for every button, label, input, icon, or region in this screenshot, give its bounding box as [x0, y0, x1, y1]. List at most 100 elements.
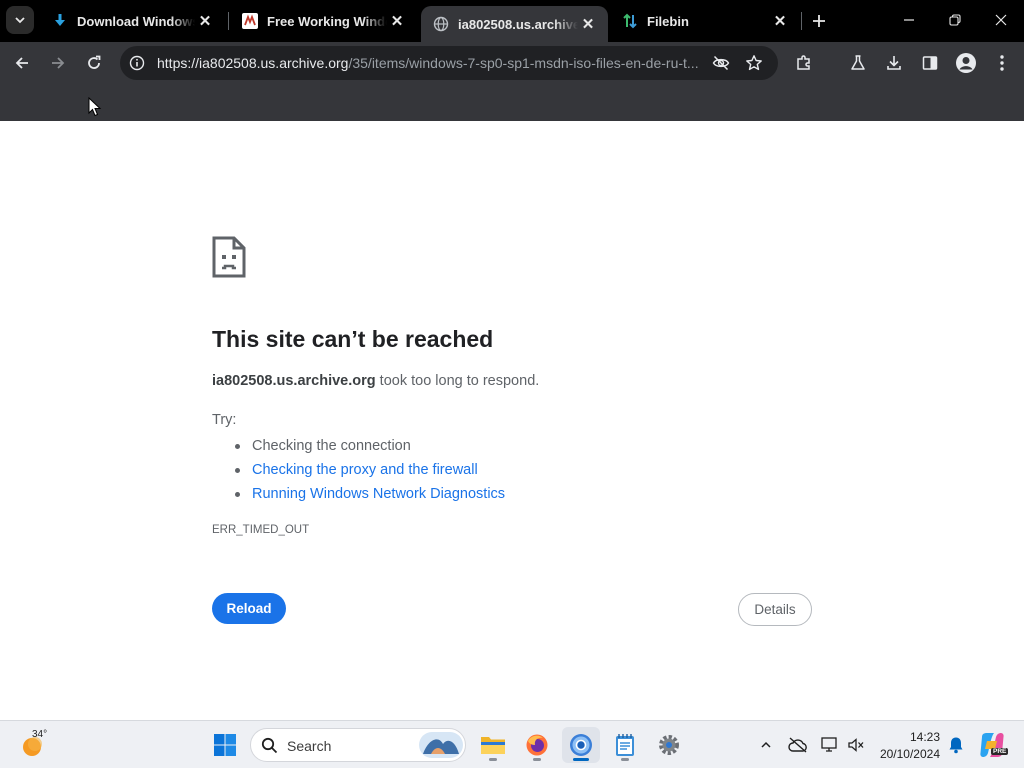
notepad-button[interactable] [606, 727, 644, 763]
search-highlight-icon [419, 732, 463, 758]
download-site-icon [52, 13, 68, 29]
side-panel-button[interactable] [914, 47, 946, 79]
tab-separator [801, 12, 802, 30]
error-summary: ia802508.us.archive.org took too long to… [212, 373, 539, 389]
chevron-down-icon [15, 17, 25, 24]
forward-button[interactable] [42, 47, 74, 79]
puzzle-icon [797, 55, 810, 70]
error-summary-text: took too long to respond. [375, 373, 540, 389]
error-heading: This site can’t be reached [212, 326, 494, 352]
flask-icon [851, 55, 865, 70]
minimize-icon [904, 19, 914, 21]
notepad-icon [616, 734, 634, 756]
tab-search-button[interactable] [6, 6, 34, 34]
error-host: ia802508.us.archive.org [212, 373, 376, 389]
restore-button[interactable] [932, 0, 978, 40]
download-icon [887, 56, 901, 70]
suggestion-list: Checking the connection Checking the pro… [232, 434, 505, 506]
back-button[interactable] [6, 47, 38, 79]
error-page: This site can’t be reached ia802508.us.a… [0, 121, 1024, 720]
tab-title: ia802508.us.archive.org [458, 16, 578, 32]
tab-title: Download Windows 8 [77, 13, 195, 29]
taskbar-search[interactable]: Search [250, 728, 466, 762]
downloads-button[interactable] [878, 47, 910, 79]
close-tab-icon[interactable]: ✕ [387, 11, 407, 31]
refresh-icon [88, 55, 101, 69]
close-icon [995, 14, 1007, 26]
site-info-icon[interactable] [129, 55, 145, 76]
suggestion-network-diagnostics-link[interactable]: Running Windows Network Diagnostics [232, 482, 505, 506]
globe-icon [433, 16, 449, 32]
volume-tray-button[interactable] [844, 733, 868, 757]
close-tab-icon[interactable]: ✕ [578, 14, 598, 34]
clock-time: 14:23 [909, 730, 940, 744]
plus-icon [813, 15, 825, 27]
tab-download-windows[interactable]: Download Windows 8 ✕ [40, 0, 225, 42]
sad-page-icon [212, 236, 246, 283]
clock[interactable]: 14:23 20/10/2024 [872, 727, 942, 763]
suggestion-text: Checking the connection [252, 438, 411, 454]
show-hidden-icons-button[interactable] [754, 733, 778, 757]
search-placeholder: Search [287, 738, 332, 754]
suggestion-check-proxy-link[interactable]: Checking the proxy and the firewall [232, 458, 505, 482]
preview-badge: PRE [991, 748, 1009, 755]
file-explorer-button[interactable] [474, 727, 512, 763]
minimize-button[interactable] [886, 0, 932, 40]
details-button[interactable]: Details [738, 593, 812, 626]
suggestion-check-connection: Checking the connection [232, 434, 505, 458]
network-tray-button[interactable] [818, 733, 842, 757]
cloud-off-icon [788, 737, 807, 753]
profile-button[interactable] [950, 47, 982, 79]
clock-date: 20/10/2024 [879, 747, 940, 761]
suggestion-text[interactable]: Checking the proxy and the firewall [252, 462, 478, 478]
menu-button[interactable] [986, 47, 1018, 79]
weather-widget[interactable]: 34° [16, 729, 56, 761]
folder-icon [481, 737, 505, 754]
notifications-button[interactable] [944, 733, 968, 757]
site-logo-icon [242, 13, 258, 29]
try-label: Try: [212, 412, 237, 428]
extensions-button[interactable] [788, 47, 820, 79]
chevron-up-icon [761, 741, 771, 748]
search-icon [261, 737, 278, 754]
weather-temp: 34° [32, 729, 48, 740]
copilot-button[interactable]: PRE [978, 731, 1009, 759]
avatar-icon [956, 53, 976, 73]
eye-off-icon[interactable] [712, 54, 730, 77]
tab-separator [228, 12, 229, 30]
more-vert-icon [1000, 55, 1004, 71]
url-path: /35/items/windows-7-sp0-sp1-msdn-iso-fil… [348, 55, 699, 71]
mouse-cursor-icon [88, 96, 102, 122]
tab-archive-org[interactable]: ia802508.us.archive.org ✕ [421, 6, 608, 42]
reload-page-button[interactable] [78, 47, 110, 79]
close-tab-icon[interactable]: ✕ [770, 11, 790, 31]
reload-button[interactable]: Reload [212, 593, 286, 624]
labs-button[interactable] [842, 47, 874, 79]
gear-icon [659, 735, 679, 755]
firefox-button[interactable] [518, 727, 556, 763]
suggestion-text[interactable]: Running Windows Network Diagnostics [252, 486, 505, 502]
browser-toolbar: https://ia802508.us.archive.org/35/items… [0, 42, 1024, 115]
tab-strip: Download Windows 8 ✕ Free Working Window… [0, 0, 1024, 42]
speaker-muted-icon [848, 738, 864, 752]
arrow-left-icon [15, 57, 28, 69]
start-button[interactable] [206, 727, 244, 763]
tab-title: Free Working Window [267, 13, 387, 29]
bullet [235, 492, 240, 497]
tab-title: Filebin [647, 13, 689, 29]
chrome-icon [570, 734, 592, 756]
close-tab-icon[interactable]: ✕ [195, 11, 215, 31]
chrome-button[interactable] [562, 727, 600, 763]
close-window-button[interactable] [978, 0, 1024, 40]
taskbar: 34° Search 14:23 20/10/2024 PRE [0, 720, 1024, 768]
star-icon[interactable] [745, 54, 763, 77]
bullet [235, 468, 240, 473]
tab-free-working-windows[interactable]: Free Working Window ✕ [230, 0, 417, 42]
tab-filebin[interactable]: Filebin ✕ [610, 0, 800, 42]
settings-button[interactable] [650, 727, 688, 763]
onedrive-tray-button[interactable] [786, 733, 810, 757]
bullet [235, 444, 240, 449]
bell-icon [949, 737, 963, 754]
address-bar[interactable]: https://ia802508.us.archive.org/35/items… [120, 46, 778, 80]
new-tab-button[interactable] [806, 8, 832, 34]
